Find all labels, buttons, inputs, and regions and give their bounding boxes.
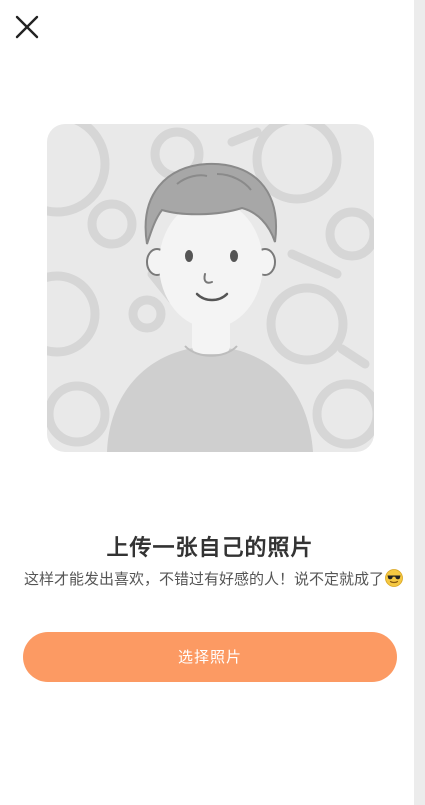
avatar-illustration	[47, 124, 374, 452]
close-button[interactable]	[12, 12, 42, 42]
sunglasses-emoji-icon	[385, 569, 403, 592]
page-title: 上传一张自己的照片	[106, 536, 314, 561]
choose-photo-button[interactable]: 选择照片	[23, 632, 397, 682]
page-subtitle: 这样才能发出喜欢，不错过有好感的人！说不定就成了	[24, 569, 404, 592]
close-icon	[15, 15, 39, 39]
person-avatar-illustration	[47, 124, 374, 452]
right-edge-strip	[414, 0, 425, 805]
subtitle-text: 这样才能发出喜欢，不错过有好感的人！说不定就成了	[24, 570, 385, 588]
